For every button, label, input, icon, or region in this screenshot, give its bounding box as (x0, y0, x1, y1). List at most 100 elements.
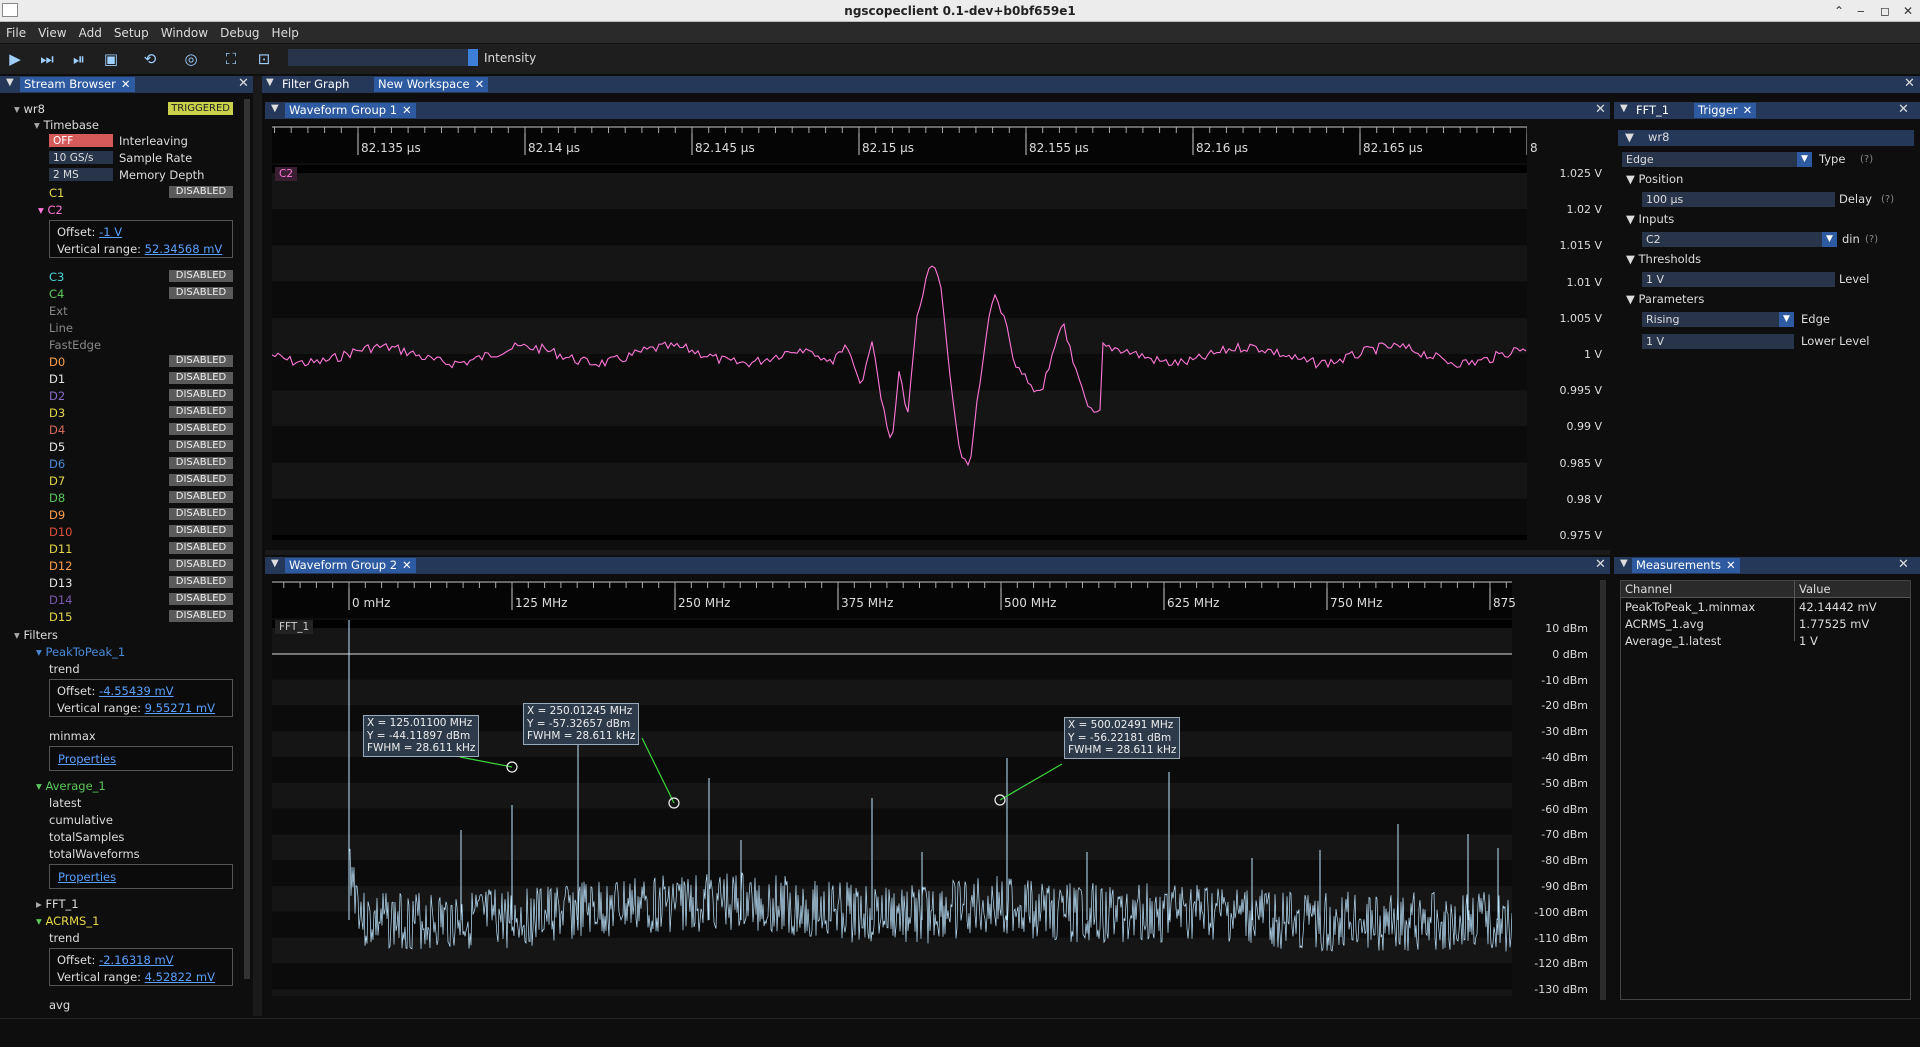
trigger-edge-select[interactable]: Rising (1642, 312, 1779, 327)
splitter[interactable] (265, 550, 1610, 555)
peak-annotation-125mhz[interactable]: X = 125.01100 MHz Y = -44.11897 dBm FWHM =… (363, 715, 480, 757)
trigger-instrument-row[interactable]: ▼ wr8 (1618, 130, 1914, 146)
peaktopeak-properties-link[interactable]: Properties (58, 752, 116, 766)
autofit-icon[interactable]: ⊡ (253, 48, 275, 70)
channel-fastedge[interactable]: FastEdge (49, 338, 101, 352)
filters-row[interactable]: ▾ Filters (14, 628, 58, 642)
instrument-row[interactable]: ▾ wr8 TRIGGERED (14, 102, 233, 116)
c2-channel-label[interactable]: C2 (275, 167, 298, 181)
tab-waveform-group2[interactable]: Waveform Group 2 ✕ (285, 558, 416, 573)
tab-measurements[interactable]: Measurements ✕ (1632, 558, 1740, 573)
channel-c1[interactable]: C1 DISABLED (49, 186, 233, 200)
channel-d15[interactable]: D15 DISABLED (49, 610, 233, 624)
table-row[interactable]: Average_1.latest 1 V (1621, 633, 1910, 650)
splitter[interactable] (253, 76, 262, 1016)
trigger-lower-level-field[interactable]: 1 V (1642, 334, 1794, 349)
close-panel-icon[interactable]: ✕ (1595, 557, 1606, 572)
frequency-axis[interactable]: 0 mHz 125 MHz 250 MHz 375 MHz 500 MHz 625 MHz… (272, 580, 1516, 618)
run-icon[interactable]: ▶ (4, 48, 26, 70)
thresholds-section[interactable]: ▼ Thresholds (1626, 252, 1701, 267)
peaktopeak-minmax[interactable]: minmax (49, 729, 96, 743)
tab-fft1[interactable]: FFT_1 (1632, 103, 1674, 118)
close-tab-icon[interactable]: ✕ (121, 77, 131, 91)
average-cumulative[interactable]: cumulative (49, 813, 113, 827)
waveform-plot-1[interactable]: C2 (272, 165, 1527, 540)
tab-filter-graph[interactable]: Filter Graph (278, 77, 354, 92)
panel-menu-icon[interactable]: ▼ (6, 77, 14, 88)
help-icon[interactable]: (?) (1865, 232, 1878, 247)
trigger-delay-field[interactable]: 100 µs (1642, 192, 1835, 207)
c2-offset-link[interactable]: -1 V (99, 225, 122, 239)
average-totalwaveforms[interactable]: totalWaveforms (49, 847, 140, 861)
table-row[interactable]: ACRMS_1.avg 1.77525 mV (1621, 616, 1910, 633)
peaktopeak-trend[interactable]: trend (49, 662, 80, 676)
close-window-icon[interactable]: ✕ (1903, 0, 1913, 22)
column-header-channel[interactable]: Channel (1625, 582, 1672, 597)
tab-stream-browser[interactable]: Stream Browser ✕ (20, 77, 135, 92)
channel-d10[interactable]: D10 DISABLED (49, 525, 233, 539)
close-panel-icon[interactable]: ✕ (1898, 102, 1909, 117)
close-tab-icon[interactable]: ✕ (475, 77, 485, 91)
chevron-down-icon[interactable]: ▼ (1822, 232, 1837, 247)
intensity-slider-handle[interactable] (468, 49, 478, 66)
single-trigger-icon[interactable]: ⏭ (36, 48, 58, 70)
position-section[interactable]: ▼ Position (1626, 172, 1683, 187)
close-panel-icon[interactable]: ✕ (1898, 557, 1909, 572)
menu-window[interactable]: Window (155, 22, 214, 44)
peaktopeak-offset-link[interactable]: -4.55439 mV (99, 684, 173, 698)
menu-debug[interactable]: Debug (214, 22, 265, 44)
help-icon[interactable]: (?) (1860, 152, 1873, 167)
channel-d7[interactable]: D7 DISABLED (49, 474, 233, 488)
channel-d2[interactable]: D2 DISABLED (49, 389, 233, 403)
fft-channel-label[interactable]: FFT_1 (275, 620, 314, 634)
channel-c2[interactable]: ▾ C2 (38, 203, 63, 217)
close-tab-icon[interactable]: ✕ (1726, 558, 1736, 572)
maximize-icon[interactable]: ◻ (1880, 0, 1890, 22)
close-panel-icon[interactable]: ✕ (238, 76, 249, 91)
tab-new-workspace[interactable]: New Workspace ✕ (374, 77, 489, 92)
channel-d14[interactable]: D14 DISABLED (49, 593, 233, 607)
filter-fft[interactable]: ▸ FFT_1 (36, 897, 79, 911)
menu-view[interactable]: View (32, 22, 72, 44)
panel-menu-icon[interactable]: ▼ (271, 558, 279, 569)
channel-ext[interactable]: Ext (49, 304, 68, 318)
panel-menu-icon[interactable]: ▼ (1620, 103, 1628, 114)
channel-d8[interactable]: D8 DISABLED (49, 491, 233, 505)
parameters-section[interactable]: ▼ Parameters (1626, 292, 1704, 307)
zoom-icon[interactable]: ⛶ (220, 48, 242, 70)
channel-d6[interactable]: D6 DISABLED (49, 457, 233, 471)
channel-c4[interactable]: C4 DISABLED (49, 287, 233, 301)
panel-menu-icon[interactable]: ▼ (271, 103, 279, 114)
interleaving-toggle[interactable]: OFF (49, 134, 113, 147)
window-shade-icon[interactable]: ⌃ (1834, 0, 1844, 22)
menu-add[interactable]: Add (73, 22, 108, 44)
table-row[interactable]: PeakToPeak_1.minmax 42.14442 mV (1621, 599, 1910, 616)
filter-acrms[interactable]: ▾ ACRMS_1 (36, 914, 99, 928)
channel-d4[interactable]: D4 DISABLED (49, 423, 233, 437)
acrms-trend[interactable]: trend (49, 931, 80, 945)
tab-trigger[interactable]: Trigger ✕ (1694, 103, 1757, 118)
channel-d9[interactable]: D9 DISABLED (49, 508, 233, 522)
inputs-section[interactable]: ▼ Inputs (1626, 212, 1674, 227)
trigger-din-select[interactable]: C2 (1642, 232, 1822, 247)
help-icon[interactable]: (?) (1881, 192, 1894, 207)
force-trigger-icon[interactable]: ⏯ (68, 48, 90, 70)
memory-depth-field[interactable]: 2 MS (49, 168, 113, 181)
acrms-offset-link[interactable]: -2.16318 mV (99, 953, 173, 967)
average-properties-link[interactable]: Properties (58, 870, 116, 884)
close-tab-icon[interactable]: ✕ (402, 103, 412, 117)
minimize-icon[interactable]: ‒ (1857, 0, 1865, 22)
peak-annotation-250mhz[interactable]: X = 250.01245 MHz Y = -57.32657 dBm FWHM =… (523, 703, 640, 745)
sample-rate-field[interactable]: 10 GS/s (49, 151, 113, 164)
chevron-down-icon[interactable]: ▼ (1779, 312, 1794, 327)
scrollbar[interactable] (1600, 580, 1606, 1000)
channel-d5[interactable]: D5 DISABLED (49, 440, 233, 454)
channel-d13[interactable]: D13 DISABLED (49, 576, 233, 590)
panel-menu-icon[interactable]: ▼ (266, 77, 274, 88)
filter-average[interactable]: ▾ Average_1 (36, 779, 106, 793)
close-panel-icon[interactable]: ✕ (1904, 76, 1915, 91)
timeline-axis-1[interactable]: 82.135 µs 82.14 µs 82.145 µs 82.15 µs 82.155… (272, 125, 1538, 163)
acrms-avg[interactable]: avg (49, 998, 70, 1012)
close-panel-icon[interactable]: ✕ (1595, 102, 1606, 117)
tab-waveform-group1[interactable]: Waveform Group 1 ✕ (285, 103, 416, 118)
